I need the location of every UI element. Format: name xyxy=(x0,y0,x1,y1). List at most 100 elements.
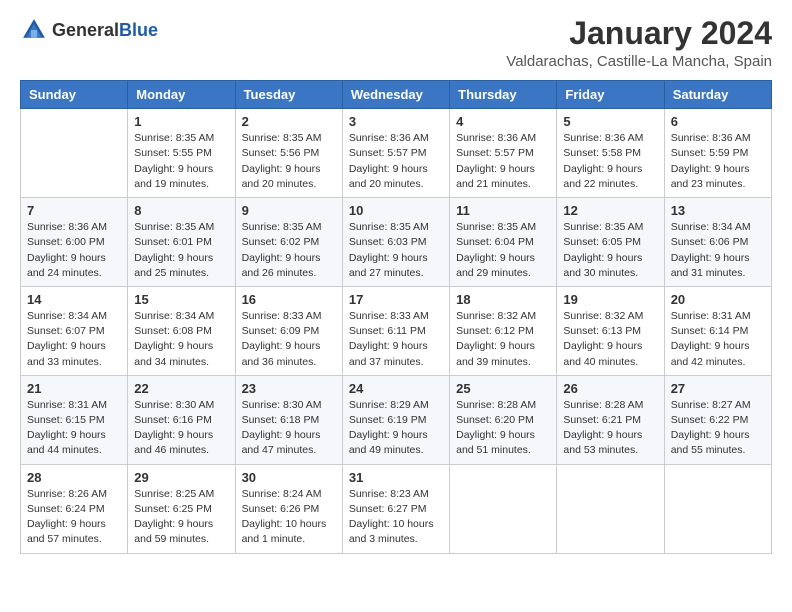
day-info: Sunrise: 8:32 AMSunset: 6:13 PMDaylight:… xyxy=(563,309,657,370)
day-number: 26 xyxy=(563,381,657,396)
header-row: Sunday Monday Tuesday Wednesday Thursday… xyxy=(21,81,772,109)
day-number: 11 xyxy=(456,203,550,218)
day-info: Sunrise: 8:35 AMSunset: 6:05 PMDaylight:… xyxy=(563,220,657,281)
calendar-cell: 18 Sunrise: 8:32 AMSunset: 6:12 PMDaylig… xyxy=(450,286,557,375)
week-row-1: 1 Sunrise: 8:35 AMSunset: 5:55 PMDayligh… xyxy=(21,109,772,198)
day-number: 4 xyxy=(456,114,550,129)
day-number: 28 xyxy=(27,470,121,485)
day-number: 22 xyxy=(134,381,228,396)
calendar-cell: 3 Sunrise: 8:36 AMSunset: 5:57 PMDayligh… xyxy=(342,109,449,198)
day-info: Sunrise: 8:24 AMSunset: 6:26 PMDaylight:… xyxy=(242,487,336,548)
week-row-2: 7 Sunrise: 8:36 AMSunset: 6:00 PMDayligh… xyxy=(21,198,772,287)
day-number: 9 xyxy=(242,203,336,218)
day-info: Sunrise: 8:34 AMSunset: 6:06 PMDaylight:… xyxy=(671,220,765,281)
calendar-cell: 15 Sunrise: 8:34 AMSunset: 6:08 PMDaylig… xyxy=(128,286,235,375)
day-number: 1 xyxy=(134,114,228,129)
day-info: Sunrise: 8:23 AMSunset: 6:27 PMDaylight:… xyxy=(349,487,443,548)
calendar-cell xyxy=(450,464,557,553)
header-friday: Friday xyxy=(557,81,664,109)
day-info: Sunrise: 8:33 AMSunset: 6:09 PMDaylight:… xyxy=(242,309,336,370)
calendar-cell: 25 Sunrise: 8:28 AMSunset: 6:20 PMDaylig… xyxy=(450,375,557,464)
day-info: Sunrise: 8:36 AMSunset: 6:00 PMDaylight:… xyxy=(27,220,121,281)
header-sunday: Sunday xyxy=(21,81,128,109)
day-info: Sunrise: 8:36 AMSunset: 5:57 PMDaylight:… xyxy=(349,131,443,192)
day-number: 24 xyxy=(349,381,443,396)
calendar-cell: 20 Sunrise: 8:31 AMSunset: 6:14 PMDaylig… xyxy=(664,286,771,375)
day-number: 7 xyxy=(27,203,121,218)
calendar-cell: 1 Sunrise: 8:35 AMSunset: 5:55 PMDayligh… xyxy=(128,109,235,198)
day-info: Sunrise: 8:36 AMSunset: 5:59 PMDaylight:… xyxy=(671,131,765,192)
calendar-cell: 19 Sunrise: 8:32 AMSunset: 6:13 PMDaylig… xyxy=(557,286,664,375)
calendar-cell: 27 Sunrise: 8:27 AMSunset: 6:22 PMDaylig… xyxy=(664,375,771,464)
day-info: Sunrise: 8:35 AMSunset: 6:01 PMDaylight:… xyxy=(134,220,228,281)
day-info: Sunrise: 8:32 AMSunset: 6:12 PMDaylight:… xyxy=(456,309,550,370)
day-number: 17 xyxy=(349,292,443,307)
calendar-cell xyxy=(664,464,771,553)
day-number: 18 xyxy=(456,292,550,307)
day-number: 19 xyxy=(563,292,657,307)
day-number: 8 xyxy=(134,203,228,218)
calendar-cell: 26 Sunrise: 8:28 AMSunset: 6:21 PMDaylig… xyxy=(557,375,664,464)
day-info: Sunrise: 8:36 AMSunset: 5:57 PMDaylight:… xyxy=(456,131,550,192)
calendar-cell: 30 Sunrise: 8:24 AMSunset: 6:26 PMDaylig… xyxy=(235,464,342,553)
day-number: 23 xyxy=(242,381,336,396)
calendar-cell: 31 Sunrise: 8:23 AMSunset: 6:27 PMDaylig… xyxy=(342,464,449,553)
day-number: 20 xyxy=(671,292,765,307)
day-info: Sunrise: 8:30 AMSunset: 6:18 PMDaylight:… xyxy=(242,398,336,459)
calendar-cell: 14 Sunrise: 8:34 AMSunset: 6:07 PMDaylig… xyxy=(21,286,128,375)
day-number: 3 xyxy=(349,114,443,129)
logo-text-blue: Blue xyxy=(119,20,158,40)
day-number: 21 xyxy=(27,381,121,396)
calendar-cell: 28 Sunrise: 8:26 AMSunset: 6:24 PMDaylig… xyxy=(21,464,128,553)
title-area: January 2024 Valdarachas, Castille-La Ma… xyxy=(506,16,772,70)
week-row-3: 14 Sunrise: 8:34 AMSunset: 6:07 PMDaylig… xyxy=(21,286,772,375)
day-info: Sunrise: 8:28 AMSunset: 6:20 PMDaylight:… xyxy=(456,398,550,459)
day-info: Sunrise: 8:35 AMSunset: 5:56 PMDaylight:… xyxy=(242,131,336,192)
calendar-cell: 23 Sunrise: 8:30 AMSunset: 6:18 PMDaylig… xyxy=(235,375,342,464)
day-number: 15 xyxy=(134,292,228,307)
day-info: Sunrise: 8:35 AMSunset: 6:04 PMDaylight:… xyxy=(456,220,550,281)
day-number: 6 xyxy=(671,114,765,129)
day-number: 2 xyxy=(242,114,336,129)
calendar-cell xyxy=(557,464,664,553)
day-number: 12 xyxy=(563,203,657,218)
calendar-cell: 16 Sunrise: 8:33 AMSunset: 6:09 PMDaylig… xyxy=(235,286,342,375)
day-number: 30 xyxy=(242,470,336,485)
logo-text-general: General xyxy=(52,20,119,40)
day-info: Sunrise: 8:33 AMSunset: 6:11 PMDaylight:… xyxy=(349,309,443,370)
day-number: 29 xyxy=(134,470,228,485)
header-saturday: Saturday xyxy=(664,81,771,109)
calendar-cell: 7 Sunrise: 8:36 AMSunset: 6:00 PMDayligh… xyxy=(21,198,128,287)
day-number: 27 xyxy=(671,381,765,396)
day-number: 31 xyxy=(349,470,443,485)
week-row-5: 28 Sunrise: 8:26 AMSunset: 6:24 PMDaylig… xyxy=(21,464,772,553)
day-number: 10 xyxy=(349,203,443,218)
day-number: 5 xyxy=(563,114,657,129)
day-info: Sunrise: 8:27 AMSunset: 6:22 PMDaylight:… xyxy=(671,398,765,459)
header-wednesday: Wednesday xyxy=(342,81,449,109)
calendar-cell: 5 Sunrise: 8:36 AMSunset: 5:58 PMDayligh… xyxy=(557,109,664,198)
calendar-cell: 17 Sunrise: 8:33 AMSunset: 6:11 PMDaylig… xyxy=(342,286,449,375)
calendar-title: January 2024 xyxy=(506,16,772,51)
day-info: Sunrise: 8:36 AMSunset: 5:58 PMDaylight:… xyxy=(563,131,657,192)
week-row-4: 21 Sunrise: 8:31 AMSunset: 6:15 PMDaylig… xyxy=(21,375,772,464)
day-info: Sunrise: 8:34 AMSunset: 6:08 PMDaylight:… xyxy=(134,309,228,370)
day-info: Sunrise: 8:35 AMSunset: 6:02 PMDaylight:… xyxy=(242,220,336,281)
day-number: 13 xyxy=(671,203,765,218)
page-header: GeneralBlue January 2024 Valdarachas, Ca… xyxy=(20,16,772,70)
calendar-cell: 12 Sunrise: 8:35 AMSunset: 6:05 PMDaylig… xyxy=(557,198,664,287)
logo: GeneralBlue xyxy=(20,16,158,44)
day-number: 16 xyxy=(242,292,336,307)
day-info: Sunrise: 8:35 AMSunset: 5:55 PMDaylight:… xyxy=(134,131,228,192)
calendar-cell: 8 Sunrise: 8:35 AMSunset: 6:01 PMDayligh… xyxy=(128,198,235,287)
calendar-cell xyxy=(21,109,128,198)
calendar-cell: 9 Sunrise: 8:35 AMSunset: 6:02 PMDayligh… xyxy=(235,198,342,287)
calendar-cell: 13 Sunrise: 8:34 AMSunset: 6:06 PMDaylig… xyxy=(664,198,771,287)
calendar-cell: 11 Sunrise: 8:35 AMSunset: 6:04 PMDaylig… xyxy=(450,198,557,287)
day-info: Sunrise: 8:28 AMSunset: 6:21 PMDaylight:… xyxy=(563,398,657,459)
day-number: 25 xyxy=(456,381,550,396)
day-info: Sunrise: 8:30 AMSunset: 6:16 PMDaylight:… xyxy=(134,398,228,459)
calendar-cell: 24 Sunrise: 8:29 AMSunset: 6:19 PMDaylig… xyxy=(342,375,449,464)
header-thursday: Thursday xyxy=(450,81,557,109)
header-tuesday: Tuesday xyxy=(235,81,342,109)
